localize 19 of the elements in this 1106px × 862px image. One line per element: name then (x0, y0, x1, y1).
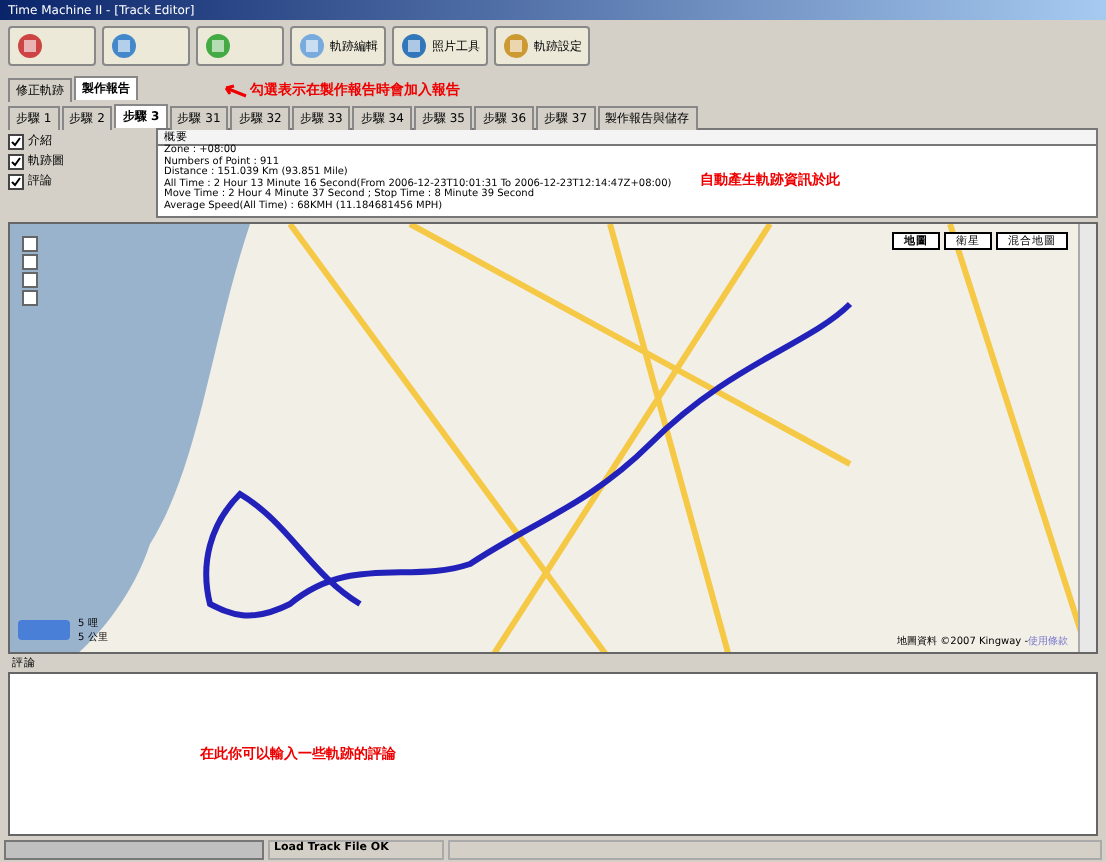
pan-center-button[interactable] (22, 254, 38, 270)
arrow-icon (220, 84, 248, 100)
toolbar-icon (204, 32, 232, 60)
toolbar-icon (110, 32, 138, 60)
zoom-in-button[interactable] (22, 290, 38, 306)
toolbar-icon (400, 32, 428, 60)
logo-icon (18, 620, 70, 640)
checkbox[interactable] (8, 133, 24, 149)
pan-down-button[interactable] (22, 272, 38, 288)
checkbox[interactable] (8, 173, 24, 189)
toolbar-button[interactable] (8, 26, 96, 66)
toolbar-icon (298, 32, 326, 60)
checkbox[interactable] (8, 153, 24, 169)
scrollbar[interactable] (1078, 224, 1096, 652)
toolbar-icon (16, 32, 44, 60)
toolbar-button[interactable] (102, 26, 190, 66)
toolbar-icon (502, 32, 530, 60)
pan-up-button[interactable] (22, 236, 38, 252)
toolbar-button[interactable] (196, 26, 284, 66)
